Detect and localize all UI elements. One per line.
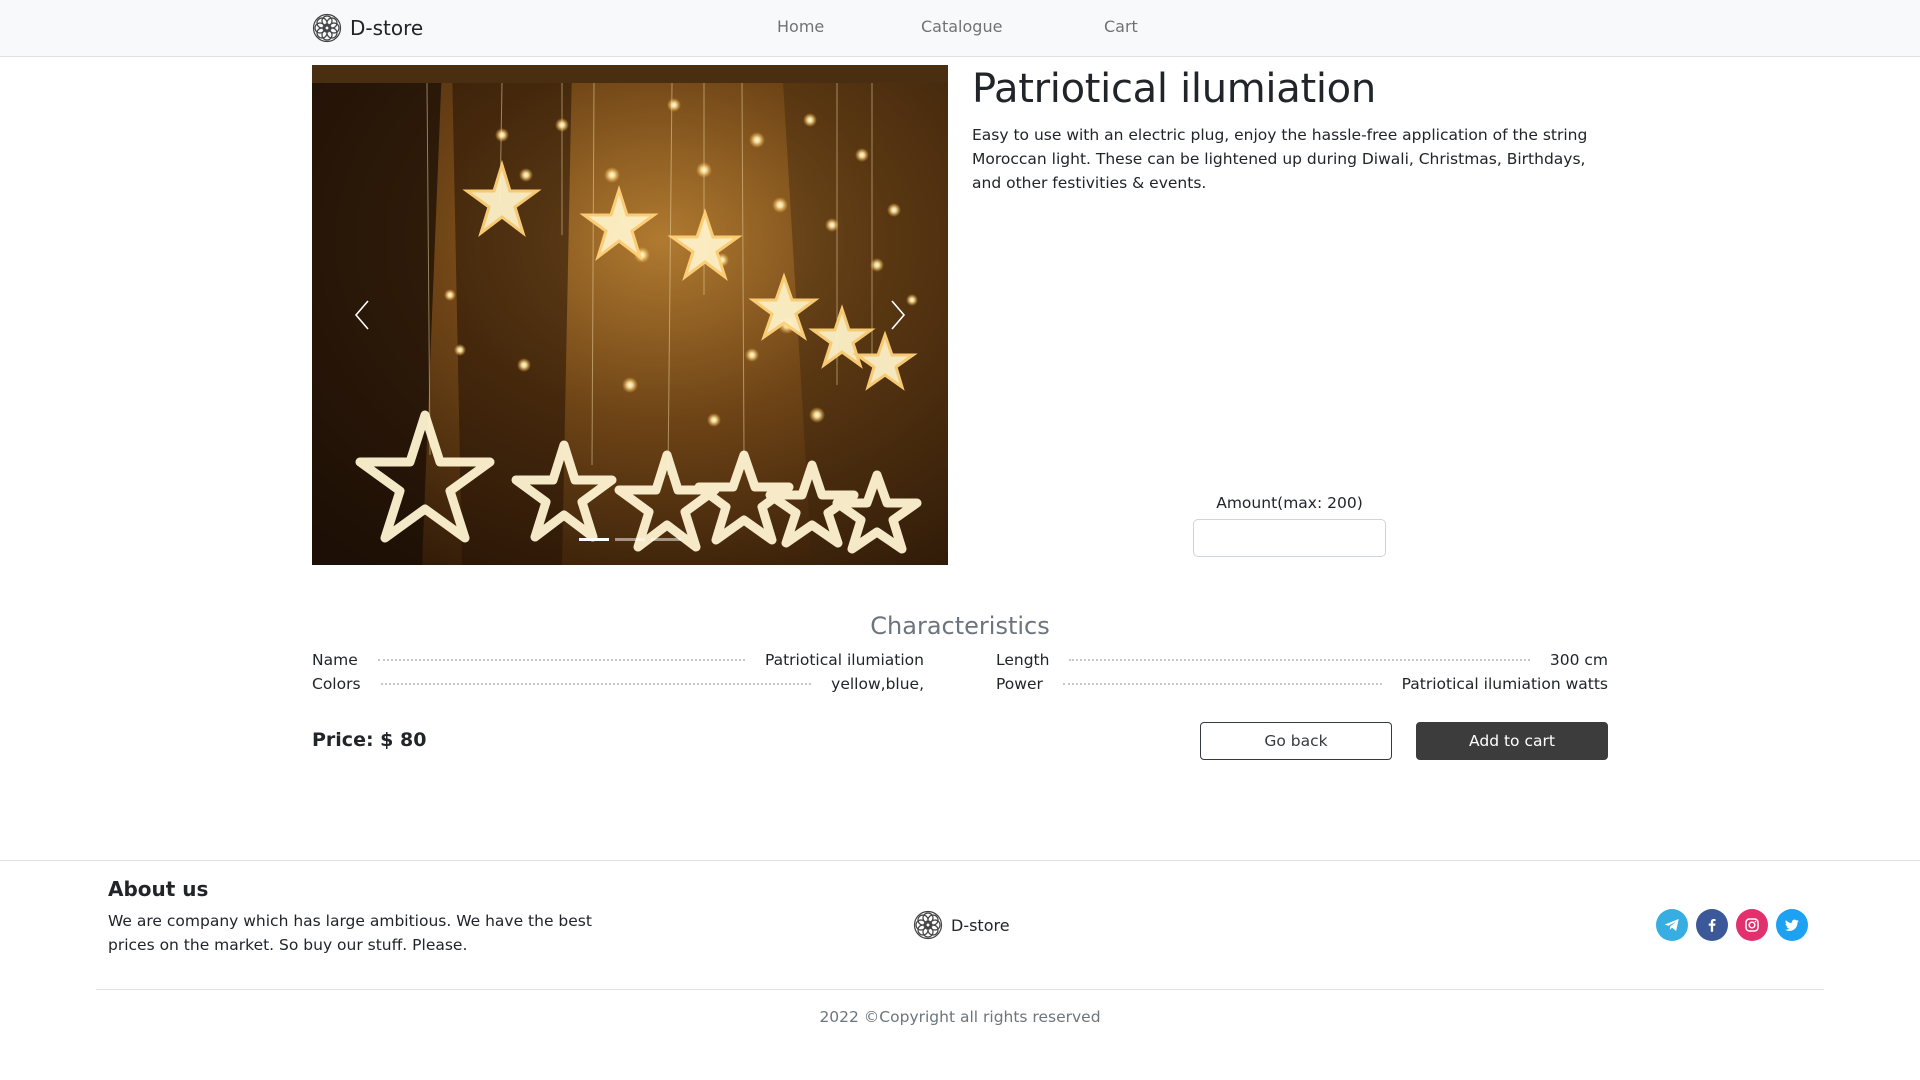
carousel-indicator[interactable] (651, 538, 681, 541)
facebook-icon (1708, 919, 1716, 932)
carousel-indicator[interactable] (615, 538, 645, 541)
chevron-right-icon (891, 300, 906, 330)
twitter-icon (1784, 919, 1799, 931)
footer-top-border (0, 860, 1920, 861)
carousel-prev-button[interactable] (312, 65, 412, 565)
footer-brand[interactable]: D-store (913, 910, 1010, 940)
copyright-text: 2022 ©Copyright all rights reserved (819, 1008, 1101, 1026)
facebook-link[interactable] (1696, 909, 1728, 941)
chevron-left-icon (354, 300, 369, 330)
twitter-link[interactable] (1776, 909, 1808, 941)
main-nav: Home Catalogue Cart (0, 17, 1920, 41)
product-description: Easy to use with an electric plug, enjoy… (972, 126, 1588, 192)
nav-cart[interactable]: Cart (1104, 17, 1138, 36)
social-links (1656, 909, 1808, 941)
carousel-indicators (312, 538, 948, 541)
dotted-leader (1069, 659, 1530, 661)
characteristic-row: Length 300 cm (996, 651, 1608, 673)
characteristic-key: Name (312, 651, 358, 669)
product-title: Patriotical ilumiation (972, 66, 1376, 112)
nav-home[interactable]: Home (777, 17, 824, 36)
characteristic-value: yellow,blue, (831, 675, 924, 693)
go-back-button[interactable]: Go back (1200, 722, 1392, 760)
characteristic-row: Colors yellow,blue, (312, 675, 924, 697)
characteristics-title: Characteristics (870, 612, 1050, 640)
characteristic-value: Patriotical ilumiation watts (1401, 675, 1608, 693)
about-title: About us (108, 877, 209, 901)
instagram-link[interactable] (1736, 909, 1768, 941)
characteristic-value: 300 cm (1549, 651, 1608, 669)
instagram-icon (1745, 918, 1759, 932)
footer-brand-name: D-store (951, 915, 1010, 935)
add-to-cart-button[interactable]: Add to cart (1416, 722, 1608, 760)
product-carousel (312, 65, 948, 565)
characteristic-key: Length (996, 651, 1050, 669)
product-price: Price: $ 80 (312, 729, 427, 751)
about-text: We are company which has large ambitious… (108, 912, 592, 954)
dotted-leader (1062, 683, 1382, 685)
nav-catalogue[interactable]: Catalogue (921, 17, 1002, 36)
characteristic-row: Power Patriotical ilumiation watts (996, 675, 1608, 697)
amount-input[interactable] (1193, 519, 1386, 557)
dotted-leader (377, 659, 745, 661)
telegram-link[interactable] (1656, 909, 1688, 941)
footer-divider (96, 989, 1824, 990)
dotted-leader (380, 683, 812, 685)
carousel-next-button[interactable] (848, 65, 948, 565)
flower-logo-icon (913, 910, 943, 940)
carousel-indicator[interactable] (579, 538, 609, 541)
navbar: D-store Home Catalogue Cart (0, 0, 1920, 57)
telegram-icon (1664, 919, 1679, 931)
amount-label: Amount(max: 200) (1216, 494, 1363, 512)
characteristic-row: Name Patriotical ilumiation (312, 651, 924, 673)
characteristic-key: Colors (312, 675, 361, 693)
characteristic-value: Patriotical ilumiation (764, 651, 924, 669)
characteristic-key: Power (996, 675, 1043, 693)
